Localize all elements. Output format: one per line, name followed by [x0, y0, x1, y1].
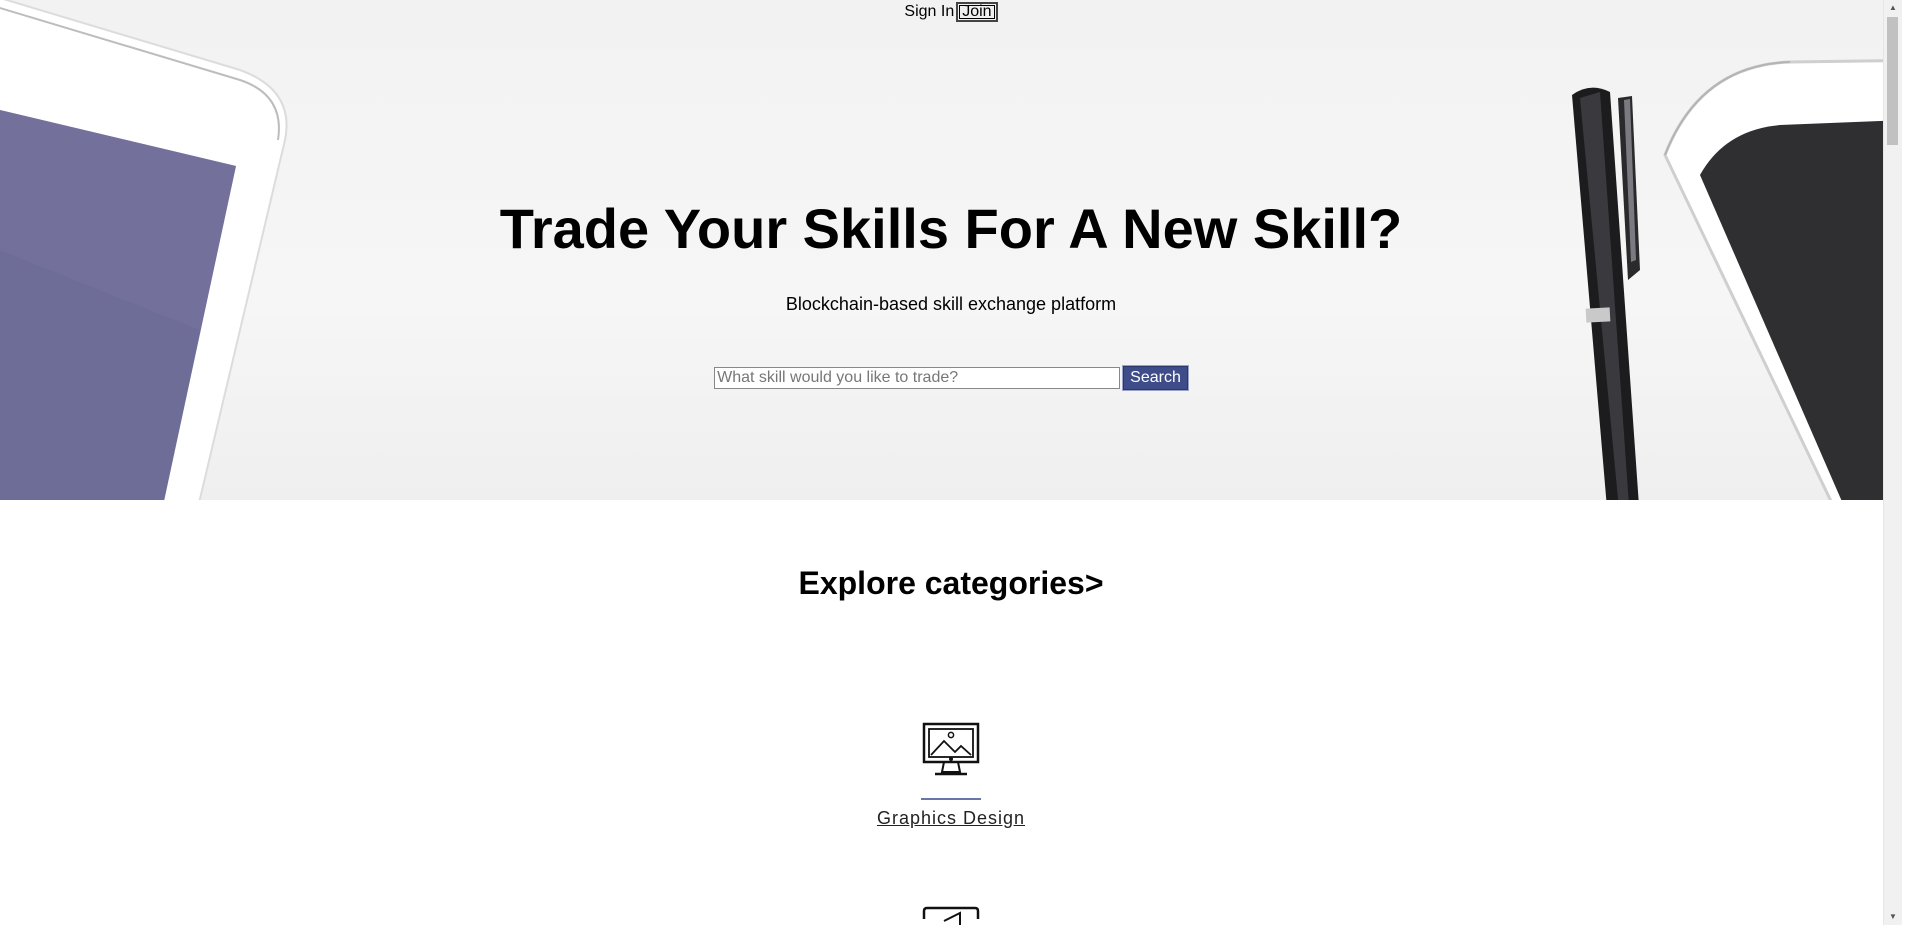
top-nav: Sign In Join [0, 2, 1902, 22]
hero-section: Sign In Join Trade Your Skills For A New … [0, 0, 1902, 500]
join-button[interactable]: Join [956, 2, 998, 22]
explore-categories-heading: Explore categories> [798, 565, 1104, 601]
megaphone-icon [922, 906, 980, 925]
category-divider [921, 798, 981, 800]
category-link-graphics-design[interactable]: Graphics Design [877, 808, 1025, 829]
skill-search-input[interactable] [714, 367, 1121, 389]
category-marketing [0, 905, 1902, 925]
phone-image [1663, 59, 1902, 500]
scrollbar-thumb[interactable] [1887, 17, 1898, 145]
search-button[interactable]: Search [1122, 365, 1189, 391]
category-graphics-design: Graphics Design [0, 722, 1902, 829]
sign-in-link[interactable]: Sign In [904, 3, 954, 20]
vertical-scrollbar[interactable]: ▲ ▼ [1883, 0, 1902, 925]
hero-subtitle: Blockchain-based skill exchange platform [785, 294, 1117, 314]
page: Sign In Join Trade Your Skills For A New … [0, 0, 1902, 925]
scroll-down-arrow-icon[interactable]: ▼ [1884, 909, 1902, 925]
hero-title: Trade Your Skills For A New Skill? [499, 197, 1403, 260]
search-form: Search [0, 365, 1902, 391]
monitor-image-icon [922, 722, 980, 776]
